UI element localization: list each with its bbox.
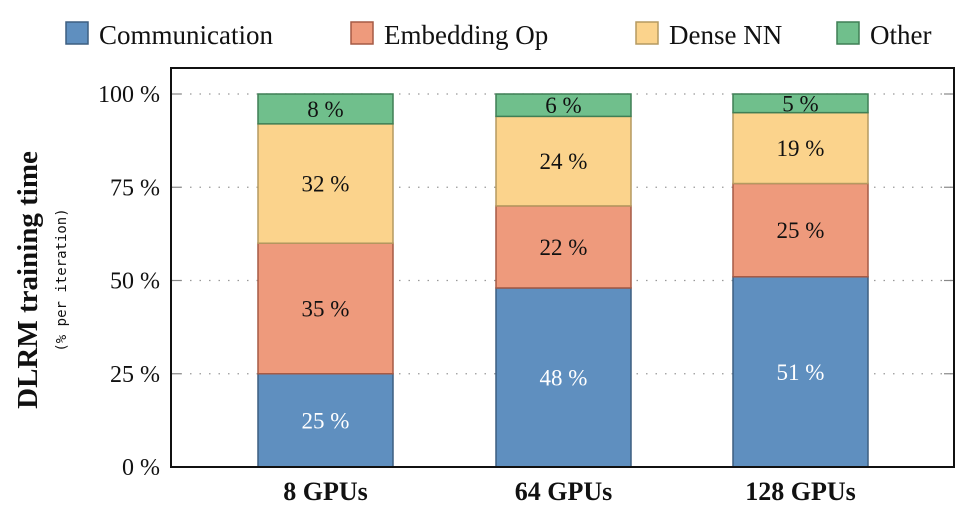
bar-group-64-gpus: 48 % 22 % 24 % 6 %: [495, 93, 632, 468]
data-label: 5 %: [782, 91, 818, 116]
legend-item-other: Other: [836, 20, 931, 50]
data-label: 51 %: [777, 360, 825, 385]
data-label: 24 %: [540, 149, 588, 174]
legend-swatch: [635, 21, 659, 45]
y-tick-label: 100 %: [98, 82, 160, 108]
y-axis-sublabel: (% per iteration): [54, 208, 70, 351]
x-axis-ticks: 8 GPUs 64 GPUs 128 GPUs: [283, 477, 856, 506]
legend-label: Embedding Op: [384, 20, 548, 50]
data-label: 25 %: [777, 218, 825, 243]
x-tick-label: 128 GPUs: [745, 477, 856, 506]
y-tick-label: 0 %: [122, 455, 160, 481]
data-label: 35 %: [302, 296, 350, 321]
y-axis-ticks: 0 % 25 % 50 % 75 % 100 %: [98, 82, 160, 481]
legend: Communication Embedding Op Dense NN Other: [65, 20, 931, 50]
legend-item-communication: Communication: [65, 20, 273, 50]
bar-group-8-gpus: 25 % 35 % 32 % 8 %: [257, 93, 394, 468]
y-tick-label: 25 %: [110, 362, 160, 388]
data-label: 8 %: [307, 97, 343, 122]
legend-label: Other: [870, 20, 931, 50]
legend-label: Communication: [99, 20, 273, 50]
legend-swatch: [350, 21, 374, 45]
legend-item-dense-nn: Dense NN: [635, 20, 782, 50]
data-label: 32 %: [302, 172, 350, 197]
data-label: 22 %: [540, 235, 588, 260]
legend-swatch: [836, 21, 860, 45]
legend-label: Dense NN: [669, 20, 782, 50]
stacked-bar-chart: Communication Embedding Op Dense NN Other 2…: [12, 20, 955, 506]
y-axis-label: DLRM training time: [12, 151, 44, 409]
legend-item-embedding-op: Embedding Op: [350, 20, 548, 50]
y-tick-label: 75 %: [110, 175, 160, 201]
data-label: 25 %: [302, 408, 350, 433]
x-tick-label: 64 GPUs: [515, 477, 613, 506]
data-label: 48 %: [540, 365, 588, 390]
legend-swatch: [65, 21, 89, 45]
bars: 25 % 35 % 32 % 8 % 48 % 22 % 24 % 6 % 51 % 25 % 19…: [257, 91, 869, 468]
bar-group-128-gpus: 51 % 25 % 19 % 5 %: [732, 91, 869, 468]
data-label: 6 %: [545, 93, 581, 118]
y-tick-label: 50 %: [110, 269, 160, 295]
data-label: 19 %: [777, 136, 825, 161]
x-tick-label: 8 GPUs: [283, 477, 368, 506]
